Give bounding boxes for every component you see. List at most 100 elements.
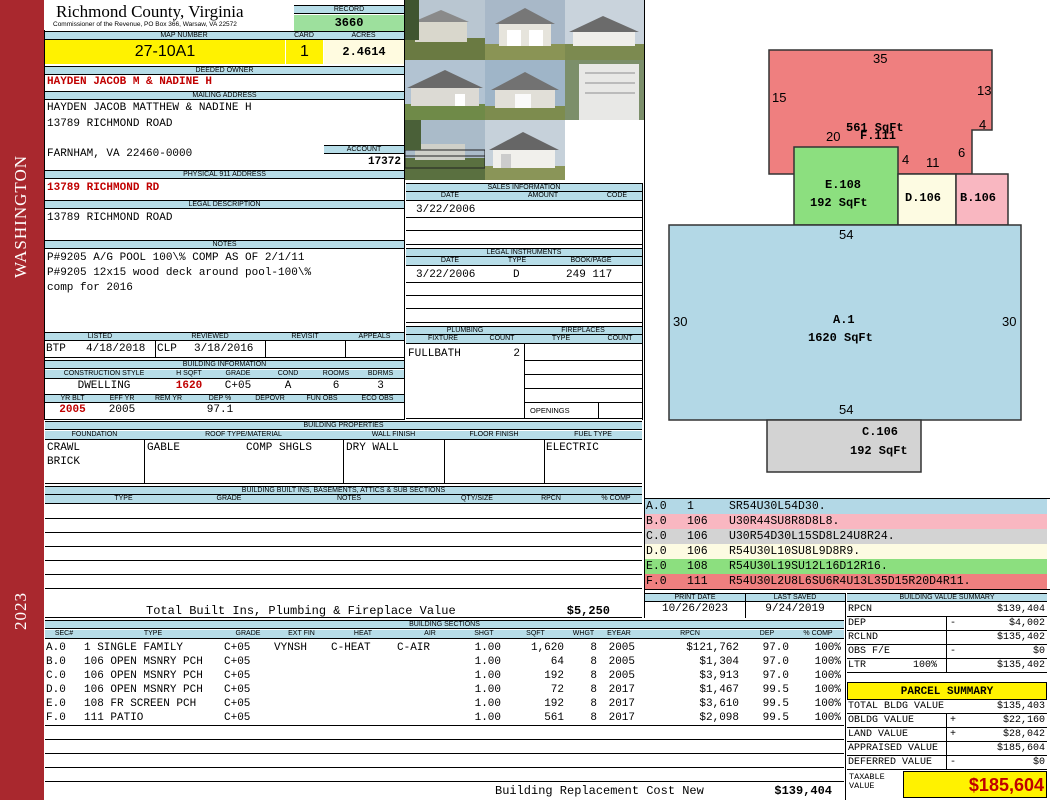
section-col-header: TYPE: [83, 630, 223, 639]
table-row: A.0 1 SINGLE FAMILY C+05 VYNSH C-HEAT C-AIR 1.…: [46, 642, 841, 654]
instrument-type: D: [513, 269, 520, 281]
wall-finish: DRY WALL: [346, 442, 399, 454]
mailing-line-2: 13789 RICHMOND ROAD: [47, 118, 173, 130]
heated-sqft: 1620: [175, 380, 203, 392]
sketch-a-label: A.1: [833, 313, 855, 327]
instrument-bookpage: 249 117: [566, 269, 613, 281]
sketch-e-area: 192 SqFt: [810, 196, 868, 210]
last-saved-date: 9/24/2019: [765, 603, 825, 615]
fireplaces-title: FIREPLACES: [524, 326, 642, 335]
appraised-value: $185,604: [996, 743, 1045, 754]
rooms: 6: [332, 380, 340, 392]
section-col-header: % COMP: [792, 630, 844, 639]
sketch-b-label: B.106: [960, 191, 997, 205]
property-photo-6[interactable]: [565, 60, 645, 120]
bvs-ltr: $135,402: [996, 660, 1045, 671]
sale-date: 3/22/2006: [416, 204, 476, 216]
section-col-header: SQFT: [504, 630, 567, 639]
property-photo-7[interactable]: [405, 120, 485, 180]
building-info-title: BUILDING INFORMATION: [45, 360, 404, 369]
physical-address-label: PHYSICAL 911 ADDRESS: [45, 170, 404, 179]
built-ins-title: BUILDING BUILT INS, BASEMENTS, ATTICS & …: [45, 486, 642, 495]
land-value: $28,042: [1002, 729, 1045, 740]
account-number: 17372: [367, 156, 401, 168]
effective-year: 2005: [108, 404, 136, 416]
year-built: 2005: [59, 404, 86, 416]
section-col-header: RPCN: [638, 630, 742, 639]
mailing-line-1: HAYDEN JACOB MATTHEW & NADINE H: [47, 102, 252, 114]
account-label: ACCOUNT: [324, 145, 404, 154]
legend-row: F.0 111 R54U30L2U8L6SU6R4U13L35D15R20D4R11…: [645, 574, 1047, 589]
acres-label: ACRES: [323, 31, 404, 40]
property-photo-3[interactable]: [565, 0, 645, 60]
table-row: C.0 106 OPEN MSNRY PCH C+05 1.00 192 8 2005 $3,…: [46, 670, 841, 682]
mailing-line-3: FARNHAM, VA 22460-0000: [47, 148, 193, 160]
last-saved-label: LAST SAVED: [745, 593, 845, 602]
openings-label: OPENINGS: [530, 406, 570, 415]
section-col-header: SHGT: [464, 630, 504, 639]
listed-by: BTP: [46, 343, 66, 355]
legend-row: B.0 106 U30R44SU8R8D8L8.: [645, 514, 1047, 529]
property-photo-1[interactable]: [405, 0, 485, 60]
legal-description: 13789 RICHMOND ROAD: [47, 212, 173, 224]
building-sections-title: BUILDING SECTIONS: [45, 620, 844, 629]
legal-description-label: LEGAL DESCRIPTION: [45, 200, 404, 209]
card-number: 1: [286, 40, 323, 64]
roof-type: GABLE: [147, 442, 181, 454]
bvs-rpcn: $139,404: [996, 604, 1045, 615]
grade: C+05: [224, 380, 252, 392]
section-col-header: EYEAR: [600, 630, 638, 639]
reviewed-label: REVIEWED: [155, 332, 265, 341]
section-col-header: GRADE: [223, 630, 273, 639]
deeded-owner-label: DEEDED OWNER: [45, 66, 404, 75]
mailing-address-label: MAILING ADDRESS: [45, 91, 404, 100]
bvs-obs: $0: [1032, 646, 1045, 657]
condition: A: [284, 380, 292, 392]
physical-address: 13789 RICHMOND RD: [47, 182, 160, 194]
print-date-label: PRINT DATE: [645, 593, 745, 602]
construction-style: DWELLING: [77, 380, 131, 392]
map-number: 27-10A1: [45, 40, 285, 64]
reviewed-by: CLP: [157, 343, 177, 355]
property-photo-8[interactable]: [485, 120, 565, 180]
sketch-svg: [668, 49, 1022, 473]
table-row: D.0 106 OPEN MSNRY PCH C+05 1.00 72 8 2017 $1,4…: [46, 684, 841, 696]
notes-line-3: comp for 2016: [47, 282, 133, 294]
section-col-header: SEC#: [45, 630, 83, 639]
notes-line-1: P#9205 A/G POOL 100\% COMP AS OF 2/1/11: [47, 252, 305, 264]
section-col-header: HEAT: [330, 630, 396, 639]
parcel-summary-title: PARCEL SUMMARY: [847, 682, 1047, 700]
notes-label: NOTES: [45, 240, 404, 249]
table-row: F.0 111 PATIO C+05 1.00 561 8 2017 $2,098 99.5 10…: [46, 712, 841, 724]
property-photo-5[interactable]: [485, 60, 565, 120]
map-number-label: MAP NUMBER: [45, 31, 323, 40]
table-row: B.0 106 OPEN MSNRY PCH C+05 1.00 64 8 2005 $1,3…: [46, 656, 841, 668]
record-label: RECORD: [294, 5, 404, 14]
commissioner-address: Commissioner of the Revenue, PO Box 366,…: [53, 21, 237, 28]
print-date: 10/26/2023: [661, 603, 728, 615]
sales-title: SALES INFORMATION: [406, 183, 642, 192]
plumbing-fixture: FULLBATH: [408, 348, 461, 360]
instrument-date: 3/22/2006: [416, 269, 476, 281]
notes-line-2: P#9205 12x15 wood deck around pool-100\%: [47, 267, 312, 279]
sketch-e-label: E.108: [825, 178, 862, 192]
legend-row: C.0 106 U30R54D30L15SD8L24U8R24.: [645, 529, 1047, 544]
bvs-dep: $4,002: [1008, 618, 1045, 629]
legend-row: E.0 108 R54U30L19SU12L16D12R16.: [645, 559, 1047, 574]
property-photo-4[interactable]: [405, 60, 485, 120]
deeded-owner: HAYDEN JACOB M & NADINE H: [47, 76, 213, 88]
other-building-value: $22,160: [1002, 715, 1045, 726]
property-photo-2[interactable]: [485, 0, 565, 60]
replacement-cost-label: Building Replacement Cost New: [495, 784, 704, 798]
bvs-rclnd: $135,402: [996, 632, 1045, 643]
card-label: CARD: [285, 31, 323, 40]
appeals-label: APPEALS: [345, 332, 404, 341]
replacement-cost-total: $139,404: [774, 784, 832, 798]
section-col-header: AIR: [396, 630, 464, 639]
legend-row: A.0 1 SR54U30L54D30.: [645, 499, 1047, 514]
depreciation-pct: 97.1: [206, 404, 234, 416]
reviewed-date: 3/18/2016: [194, 343, 254, 355]
plumbing-title: PLUMBING: [406, 326, 524, 335]
listed-label: LISTED: [45, 332, 155, 341]
taxable-value: $185,604: [903, 771, 1047, 798]
